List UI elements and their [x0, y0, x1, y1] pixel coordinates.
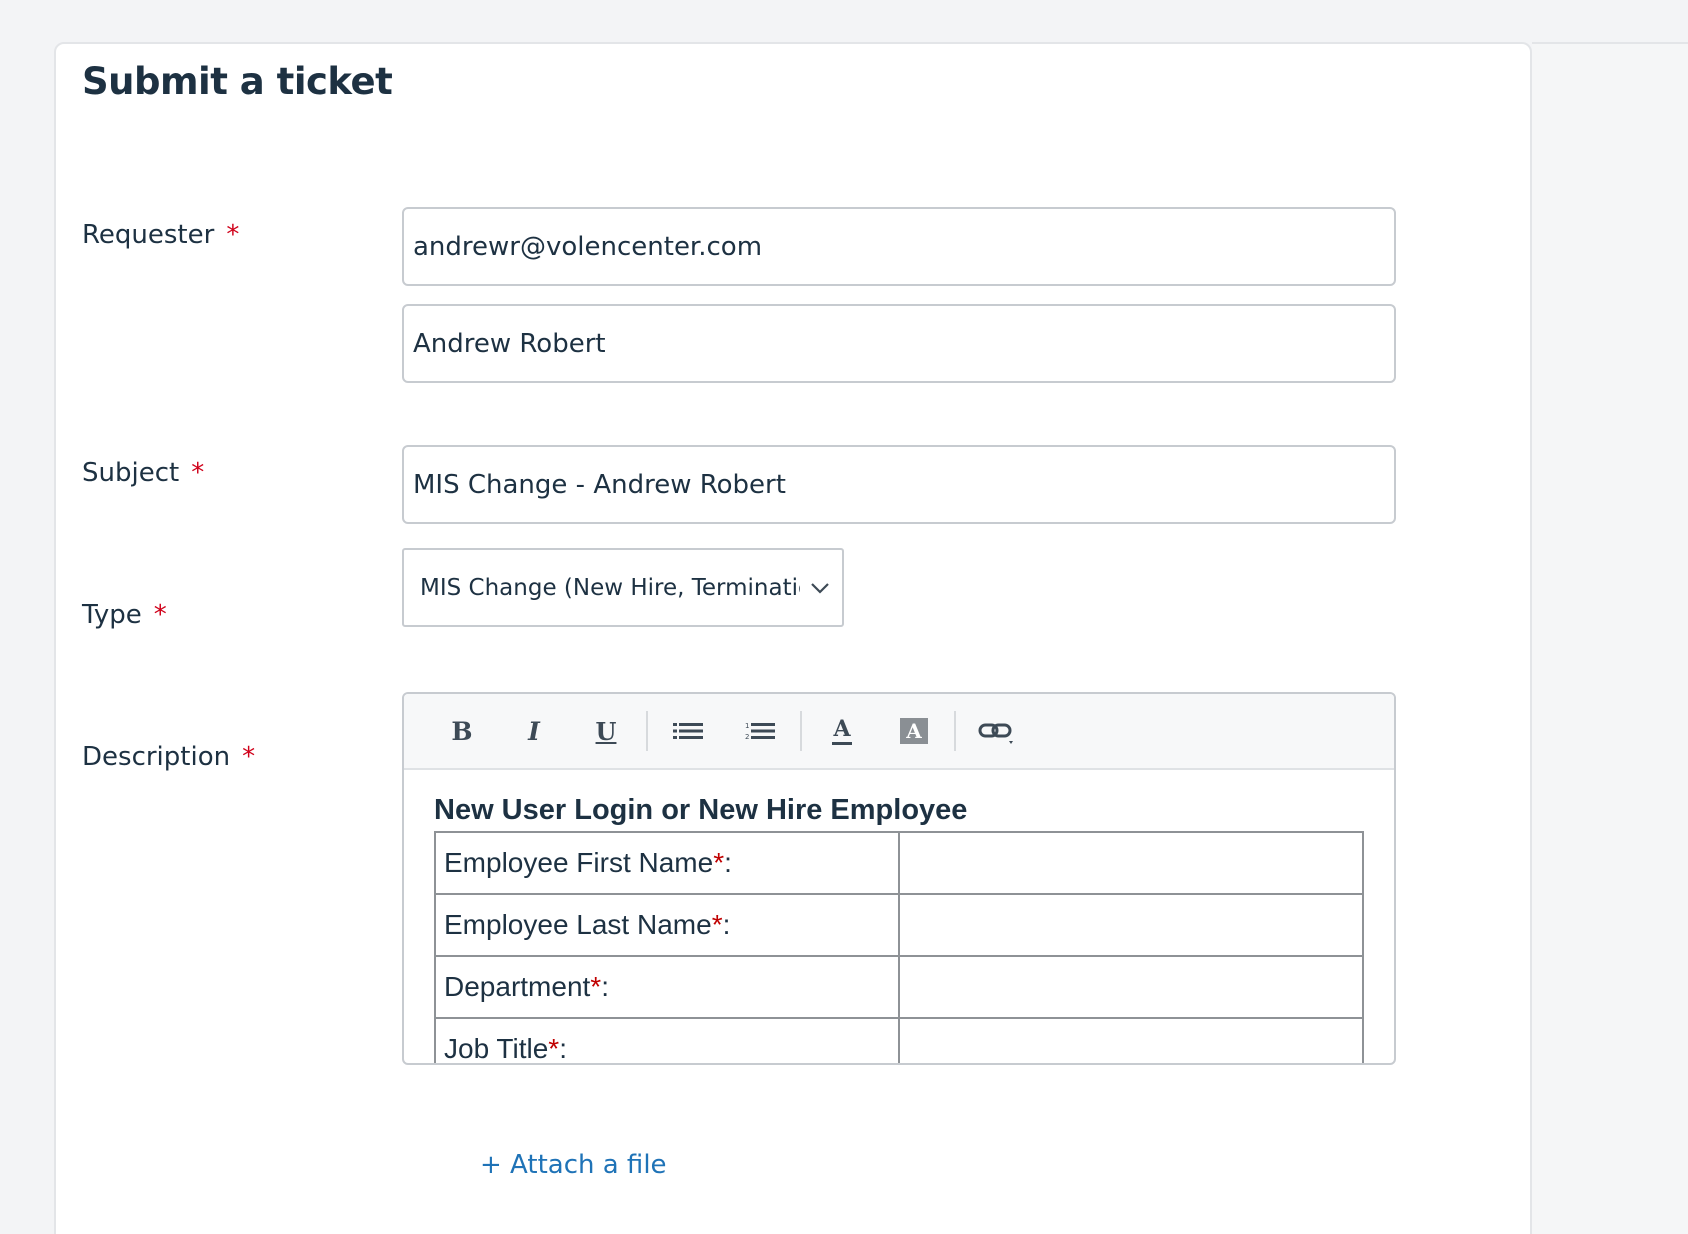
attach-file-link[interactable]: + Attach a file	[480, 1150, 667, 1180]
required-marker: *	[153, 600, 167, 630]
row-label: Employee First Name	[444, 847, 714, 878]
subject-label-group: Subject *	[82, 458, 204, 488]
toolbar-divider	[646, 711, 648, 751]
row-label: Employee Last Name	[444, 909, 712, 940]
requester-email-input[interactable]	[402, 207, 1396, 286]
employee-info-table: Employee First Name*: Employee Last Name*…	[434, 831, 1364, 1064]
italic-icon: I	[528, 716, 540, 746]
requester-name-input[interactable]	[402, 304, 1396, 383]
required-marker: *	[226, 220, 240, 250]
row-suffix: :	[724, 847, 732, 878]
row-label-cell: Employee First Name*:	[434, 831, 900, 895]
description-label-group: Description *	[82, 742, 255, 772]
text-color-button[interactable]: A	[806, 703, 878, 759]
numbered-list-button[interactable]: 1 2	[724, 703, 796, 759]
row-label: Department	[444, 971, 591, 1002]
subject-label: Subject	[82, 458, 180, 488]
toolbar-divider	[800, 711, 802, 751]
link-icon	[978, 723, 1013, 744]
table-row: Job Title*:	[434, 1017, 1364, 1064]
editor-toolbar: B I U 1 2 A A	[404, 694, 1394, 770]
table-row: Employee Last Name*:	[434, 893, 1364, 957]
description-heading: New User Login or New Hire Employee	[434, 794, 968, 826]
right-panel	[1532, 42, 1688, 1234]
background-color-icon: A	[900, 718, 928, 744]
description-editor[interactable]: B I U 1 2 A A New User Login or New Hire…	[402, 692, 1396, 1065]
chevron-down-icon	[811, 583, 829, 594]
row-suffix: :	[601, 971, 609, 1002]
required-marker: *	[590, 971, 602, 1002]
row-value-cell[interactable]	[898, 831, 1364, 895]
insert-link-button[interactable]	[960, 703, 1032, 759]
bulleted-list-button[interactable]	[652, 703, 724, 759]
subject-input[interactable]	[402, 445, 1396, 524]
row-suffix: :	[559, 1033, 567, 1064]
type-select[interactable]: MIS Change (New Hire, Termination,	[402, 548, 844, 627]
requester-label-group: Requester *	[82, 220, 239, 250]
row-value-cell[interactable]	[898, 893, 1364, 957]
editor-content[interactable]: New User Login or New Hire Employee Empl…	[404, 770, 1394, 1064]
type-selected-value: MIS Change (New Hire, Termination,	[420, 574, 800, 601]
numbered-list-icon: 1 2	[745, 722, 775, 741]
required-marker: *	[242, 742, 256, 772]
page-title: Submit a ticket	[82, 60, 393, 103]
row-value-cell[interactable]	[898, 955, 1364, 1019]
required-marker: *	[191, 458, 205, 488]
text-color-icon: A	[832, 718, 852, 745]
underline-icon: U	[595, 716, 617, 746]
type-label-group: Type *	[82, 600, 167, 630]
toolbar-divider	[954, 711, 956, 751]
background-color-button[interactable]: A	[878, 703, 950, 759]
type-label: Type	[82, 600, 142, 630]
requester-label: Requester	[82, 220, 215, 250]
row-label-cell: Department*:	[434, 955, 900, 1019]
bold-button[interactable]: B	[426, 703, 498, 759]
bulleted-list-icon	[673, 723, 703, 739]
required-marker: *	[711, 909, 723, 940]
row-suffix: :	[722, 909, 731, 940]
svg-text:2: 2	[745, 733, 749, 741]
bold-icon: B	[451, 716, 473, 746]
row-label-cell: Employee Last Name*:	[434, 893, 900, 957]
svg-text:1: 1	[745, 722, 749, 730]
required-marker: *	[548, 1033, 560, 1064]
row-value-cell[interactable]	[898, 1017, 1364, 1063]
table-row: Department*:	[434, 955, 1364, 1019]
description-label: Description	[82, 742, 231, 772]
row-label: Job Title	[444, 1033, 549, 1064]
table-row: Employee First Name*:	[434, 831, 1364, 895]
row-label-cell: Job Title*:	[434, 1017, 900, 1064]
required-marker: *	[713, 847, 725, 878]
underline-button[interactable]: U	[570, 703, 642, 759]
italic-button[interactable]: I	[498, 703, 570, 759]
